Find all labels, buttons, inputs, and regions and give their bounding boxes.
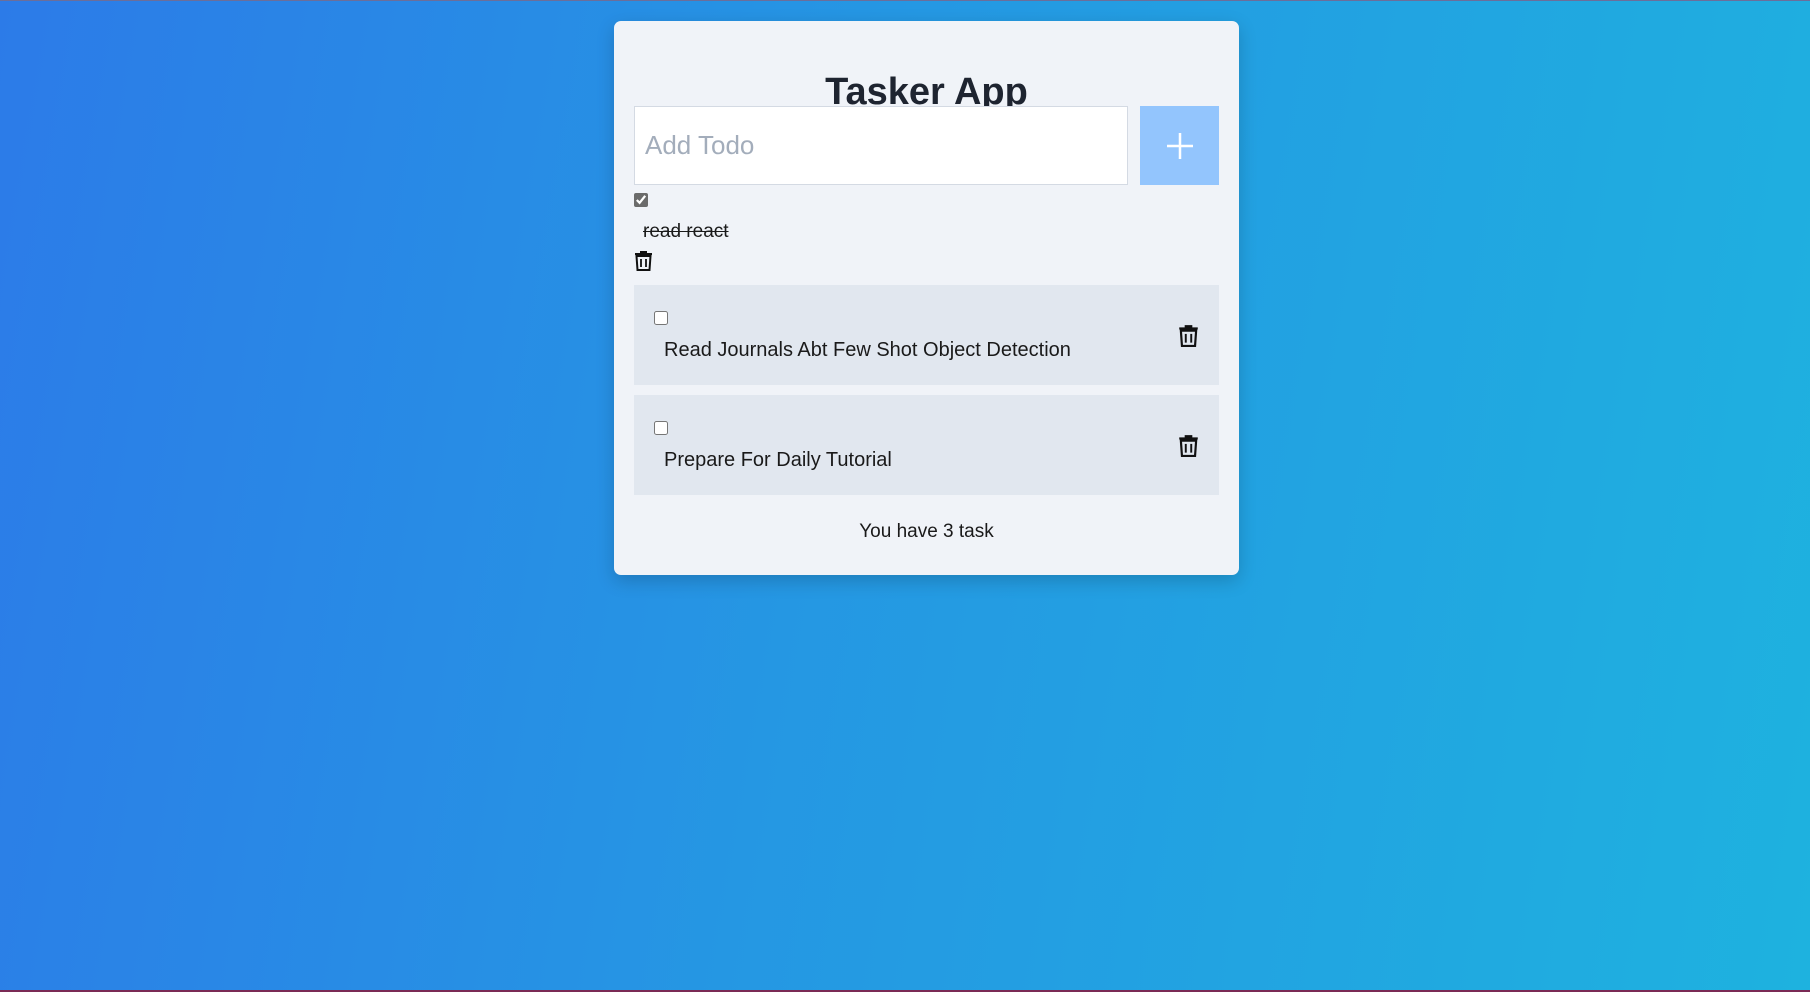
task-checkbox[interactable] xyxy=(654,311,668,325)
trash-icon[interactable] xyxy=(1178,433,1199,457)
trash-icon[interactable] xyxy=(634,249,653,271)
task-label: Prepare For Daily Tutorial xyxy=(664,449,892,471)
add-todo-button[interactable] xyxy=(1140,106,1219,185)
task-checkbox[interactable] xyxy=(654,421,668,435)
add-todo-input[interactable] xyxy=(634,106,1128,185)
completed-task-checkbox[interactable] xyxy=(634,193,648,207)
plus-icon xyxy=(1166,132,1193,159)
task-row: Read Journals Abt Few Shot Object Detect… xyxy=(634,285,1219,385)
trash-icon[interactable] xyxy=(1178,323,1199,347)
task-row: Prepare For Daily Tutorial xyxy=(634,395,1219,495)
todo-card: Tasker App read react Read Journals Abt … xyxy=(614,21,1239,575)
completed-task-label: read react xyxy=(643,221,729,242)
task-label: Read Journals Abt Few Shot Object Detect… xyxy=(664,339,1071,361)
completed-task-checkbox-wrap xyxy=(634,193,648,212)
window-top-border xyxy=(0,0,1810,1)
task-count-text: You have 3 task xyxy=(859,521,994,542)
